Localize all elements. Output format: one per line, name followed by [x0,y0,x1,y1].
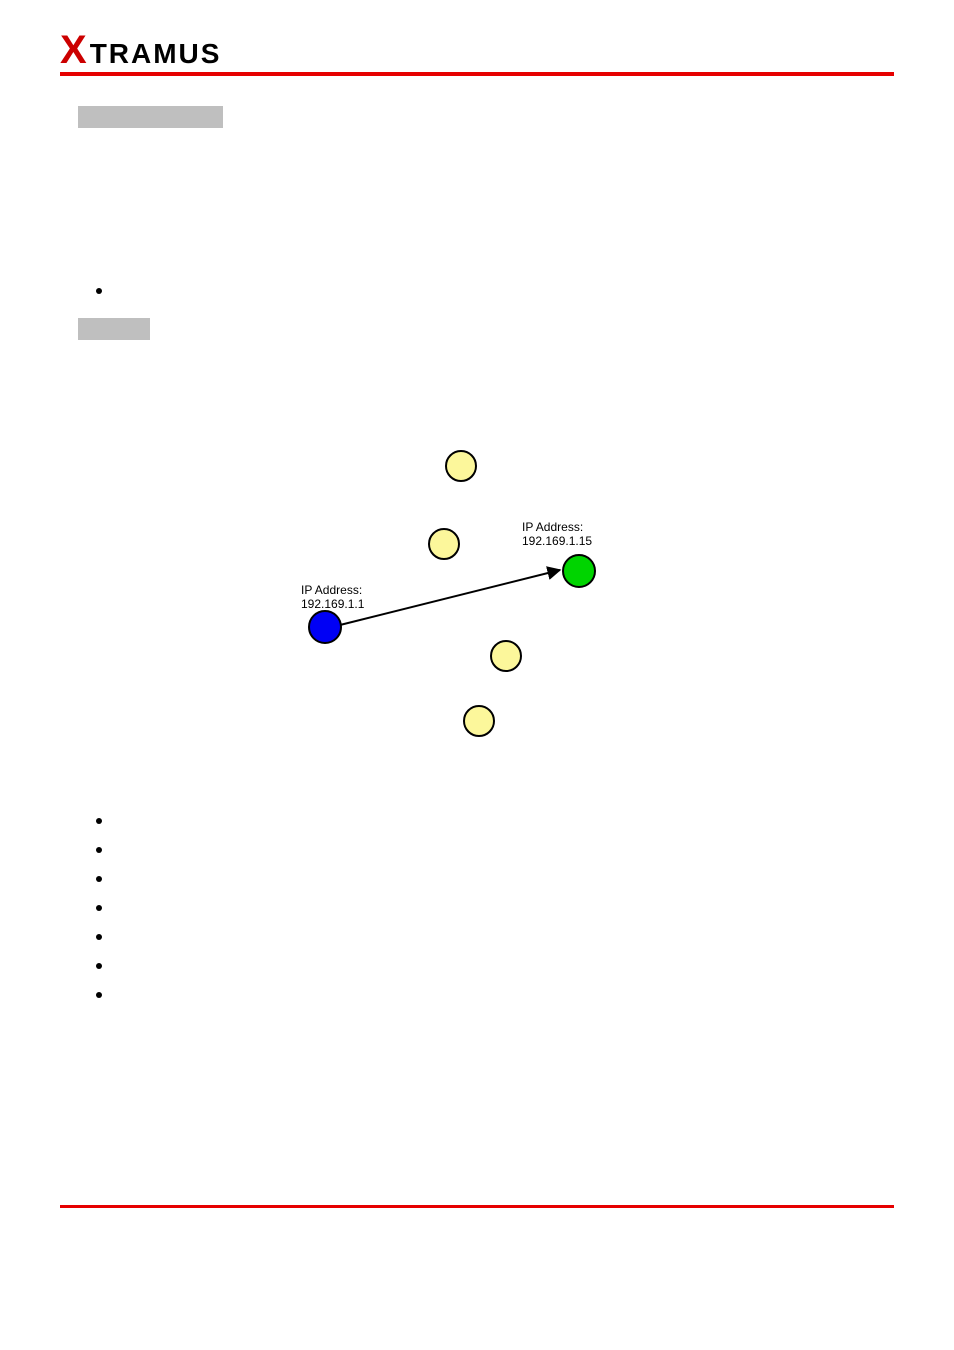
bullet-item [96,992,102,998]
ip-left-line1: IP Address: [301,583,362,597]
ip-left-line2: 192.169.1.1 [301,597,364,611]
bullet-top [96,288,102,294]
ip-right-line2: 192.169.1.15 [522,534,592,548]
node-green [562,554,596,588]
bullet-item [96,963,102,969]
grey-block-1 [78,106,223,128]
header-divider [60,72,894,76]
bullet-item [96,847,102,853]
ip-label-left: IP Address: 192.169.1.1 [301,583,364,612]
bullet-item [96,905,102,911]
node-yellow-3 [490,640,522,672]
footer-divider [60,1205,894,1208]
logo-rest: TRAMUS [90,38,222,70]
bullet-item [96,818,102,824]
grey-block-2 [78,318,150,340]
bullet-item [96,876,102,882]
node-blue [308,610,342,644]
logo: X TRAMUS [60,30,221,70]
bullet-item [96,934,102,940]
node-yellow-2 [428,528,460,560]
node-yellow-1 [445,450,477,482]
ip-right-line1: IP Address: [522,520,583,534]
ip-label-right: IP Address: 192.169.1.15 [522,520,592,549]
node-yellow-4 [463,705,495,737]
page: X TRAMUS IP Address: 192.169.1.15 IP Add… [0,0,954,1350]
network-diagram: IP Address: 192.169.1.15 IP Address: 192… [250,430,690,750]
bullet-list [96,818,102,1021]
logo-x-letter: X [60,30,88,70]
